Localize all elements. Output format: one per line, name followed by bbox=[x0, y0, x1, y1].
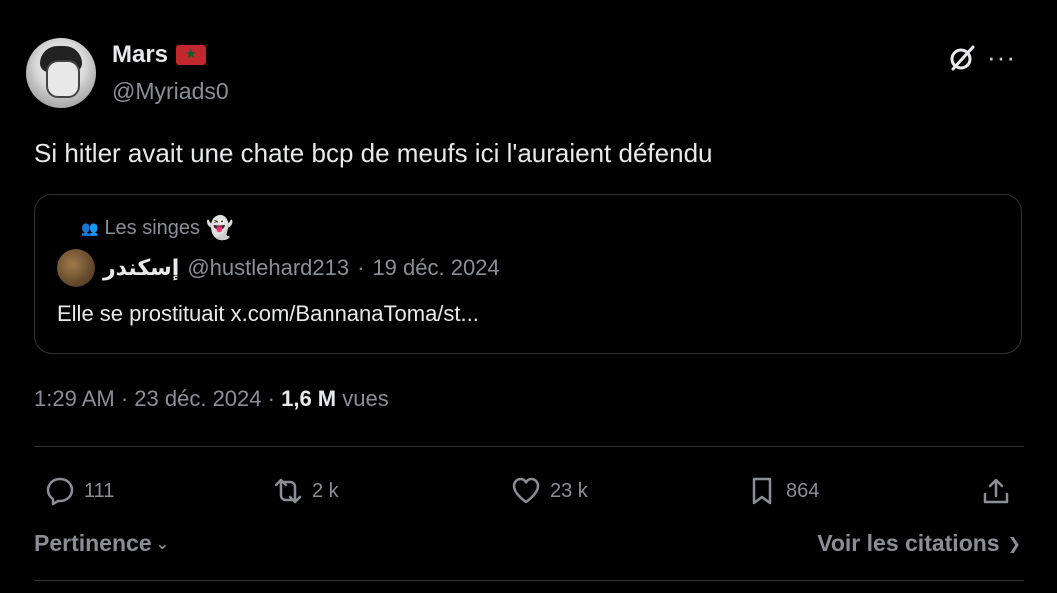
sort-label: Pertinence bbox=[34, 530, 152, 556]
quoted-author-row: إسكندر @hustlehard213 · 19 déc. 2024 bbox=[57, 249, 500, 287]
ghost-emoji-icon: 👻 bbox=[206, 215, 234, 240]
chevron-down-icon: ⌄ bbox=[155, 535, 170, 553]
quoted-text: Elle se prostituait x.com/BannanaToma/st… bbox=[57, 301, 479, 326]
reply-button[interactable]: 111 bbox=[44, 470, 114, 512]
citations-label: Voir les citations bbox=[817, 530, 1000, 556]
meta-separator: · bbox=[120, 386, 129, 411]
like-count: 23 k bbox=[550, 479, 588, 502]
author-name[interactable]: Mars bbox=[112, 41, 168, 69]
divider-top bbox=[34, 446, 1024, 447]
tweet-date[interactable]: 23 déc. 2024 bbox=[134, 386, 261, 411]
tweet-meta: 1:29 AM · 23 déc. 2024 · 1,6 M vues bbox=[34, 386, 389, 412]
tweet-header: Mars @Myriads0 ··· bbox=[26, 28, 1016, 108]
bookmark-icon bbox=[752, 477, 772, 505]
action-bar: 111 2 k 23 k 864 bbox=[34, 470, 1024, 512]
quoted-avatar[interactable] bbox=[57, 249, 95, 287]
author-name-row[interactable]: Mars bbox=[112, 41, 207, 69]
tweet-text: Si hitler avait une chate bcp de meufs i… bbox=[34, 138, 713, 168]
like-button[interactable]: 23 k bbox=[510, 470, 588, 512]
grok-icon[interactable] bbox=[948, 44, 976, 72]
repost-icon bbox=[274, 478, 302, 504]
reply-icon bbox=[46, 477, 74, 506]
more-options-icon[interactable]: ··· bbox=[987, 42, 1016, 73]
community-label[interactable]: 👥 Les singes 👻 bbox=[81, 215, 233, 241]
views-count: 1,6 M bbox=[281, 386, 337, 411]
morocco-flag-icon bbox=[176, 45, 207, 65]
repost-count: 2 k bbox=[312, 479, 339, 502]
bookmark-button[interactable]: 864 bbox=[746, 470, 819, 512]
quoted-separator: · bbox=[357, 255, 365, 280]
community-icon: 👥 bbox=[81, 219, 99, 236]
reply-count: 111 bbox=[84, 479, 115, 502]
avatar[interactable] bbox=[26, 38, 96, 108]
meta-separator-2: · bbox=[267, 386, 275, 411]
sort-dropdown[interactable]: Pertinence ⌄ bbox=[34, 530, 169, 557]
quoted-date[interactable]: 19 déc. 2024 bbox=[372, 255, 499, 281]
bookmark-count: 864 bbox=[786, 479, 820, 502]
quoted-author-handle[interactable]: @hustlehard213 bbox=[187, 255, 349, 281]
avatar-face bbox=[46, 60, 80, 98]
views-label: vues bbox=[342, 386, 389, 411]
share-button[interactable] bbox=[980, 470, 1012, 512]
heart-icon bbox=[512, 477, 540, 504]
repost-button[interactable]: 2 k bbox=[272, 470, 339, 512]
divider-bottom bbox=[34, 580, 1024, 581]
community-name: Les singes bbox=[104, 216, 201, 239]
chevron-right-icon: ❯ bbox=[1007, 535, 1021, 553]
quoted-author-name[interactable]: إسكندر bbox=[103, 256, 179, 281]
share-icon bbox=[983, 478, 1009, 504]
author-handle[interactable]: @Myriads0 bbox=[112, 78, 229, 105]
tweet-time[interactable]: 1:29 AM bbox=[34, 386, 115, 411]
quoted-tweet[interactable]: 👥 Les singes 👻 إسكندر @hustlehard213 · 1… bbox=[34, 194, 1022, 354]
view-quotes-link[interactable]: Voir les citations ❯ bbox=[817, 530, 1021, 557]
